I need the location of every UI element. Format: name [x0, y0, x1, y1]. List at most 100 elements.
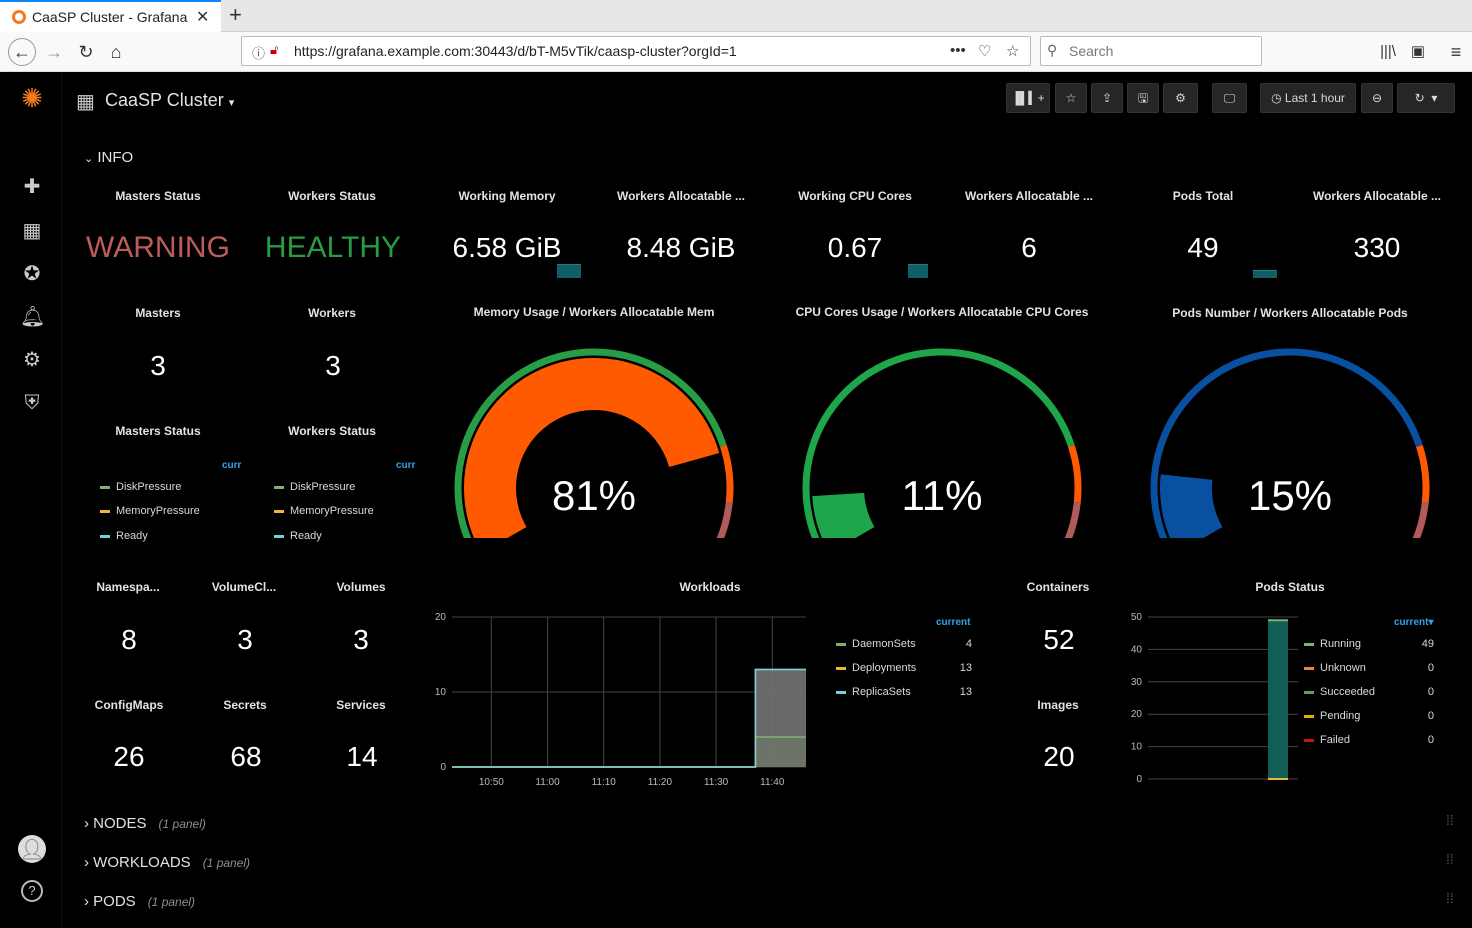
alerting-bell-icon[interactable]: 🔔︎ — [20, 305, 45, 329]
configuration-gear-icon[interactable]: ⚙ — [20, 348, 44, 372]
legend-item[interactable]: ReplicaSets 13 — [836, 686, 976, 698]
share-button[interactable]: ⇪ — [1091, 83, 1123, 113]
dashboard-title[interactable]: CaaSP Cluster ▾ — [105, 90, 234, 111]
panel-title-workers-conditions[interactable]: Workers Status — [246, 424, 418, 438]
panel-title-services[interactable]: Services — [302, 698, 420, 712]
panel-title-workers[interactable]: Workers — [246, 306, 418, 320]
legend-item-diskpressure[interactable]: DiskPressure — [100, 481, 181, 493]
bookmark-star-icon[interactable]: ☆ — [1006, 42, 1019, 60]
panel-title-configmaps[interactable]: ConfigMaps — [70, 698, 188, 712]
home-icon[interactable]: ⌂ — [102, 38, 130, 66]
save-button[interactable]: 🖫︎ — [1127, 83, 1159, 113]
panel-title-masters-status[interactable]: Masters Status — [70, 189, 246, 203]
volumes-value: 3 — [353, 624, 369, 655]
legend-item-diskpressure[interactable]: DiskPressure — [274, 481, 355, 493]
url-bar[interactable]: ⓘ 🔓︎ https://grafana.example.com:30443/d… — [241, 36, 1031, 66]
refresh-button[interactable]: ↻ ▾ — [1397, 83, 1455, 113]
url-text[interactable]: https://grafana.example.com:30443/d/bT-M… — [294, 43, 737, 59]
server-admin-shield-icon[interactable]: ⛨ — [20, 391, 44, 415]
legend-item[interactable]: Pending 0 — [1304, 710, 1438, 722]
drag-handle-icon[interactable]: ⁞⁞ — [1446, 851, 1454, 867]
legend-label: Unknown — [1320, 662, 1366, 674]
info-icon[interactable]: ⓘ — [252, 43, 265, 62]
panel-title-workers-allocatable-mem[interactable]: Workers Allocatable ... — [594, 189, 768, 203]
workloads-chart: 0 10 20 10:50 11:00 11:10 11:20 11:30 11:40 — [435, 612, 806, 788]
library-icon[interactable]: |||\ — [1374, 38, 1402, 66]
row-nodes[interactable]: › NODES (1 panel) — [84, 815, 206, 832]
create-icon[interactable]: ✚ — [20, 175, 44, 199]
workers-value: 3 — [325, 350, 341, 381]
legend-item-ready[interactable]: Ready — [274, 530, 322, 542]
explore-icon[interactable]: ✪ — [20, 262, 44, 286]
legend-header[interactable]: current▾ — [1394, 617, 1433, 628]
panel-title-pods-status[interactable]: Pods Status — [1116, 580, 1464, 594]
legend-label: Succeeded — [1320, 686, 1376, 698]
drag-handle-icon[interactable]: ⁞⁞ — [1446, 812, 1454, 828]
star-button[interactable]: ☆ — [1055, 83, 1087, 113]
panel-title-workloads[interactable]: Workloads — [420, 580, 1000, 594]
legend-item[interactable]: Failed 0 — [1304, 734, 1438, 746]
legend-item[interactable]: Running 49 — [1304, 638, 1438, 650]
panel-title-namespaces[interactable]: Namespa... — [70, 580, 186, 594]
legend-item[interactable]: Deployments 13 — [836, 662, 976, 674]
zoom-out-button[interactable]: ⊖ — [1361, 83, 1393, 113]
panel-title-containers[interactable]: Containers — [1000, 580, 1116, 594]
panel-title-workers-status[interactable]: Workers Status — [246, 189, 418, 203]
workers-allocatable-cpu-value: 6 — [1021, 232, 1037, 263]
legend-header[interactable]: current — [936, 617, 970, 628]
panel-title-volumes[interactable]: Volumes — [302, 580, 420, 594]
panel-title-pods-total[interactable]: Pods Total — [1116, 189, 1290, 203]
browser-tab[interactable]: CaaSP Cluster - Grafana ✕ — [0, 0, 221, 32]
add-panel-button[interactable]: ▐▌▍+ — [1006, 83, 1050, 113]
row-pods[interactable]: › PODS (1 panel) — [84, 893, 195, 910]
row-workloads[interactable]: › WORKLOADS (1 panel) — [84, 854, 250, 871]
time-picker-button[interactable]: ◷ Last 1 hour — [1260, 83, 1356, 113]
legend-item[interactable]: Succeeded 0 — [1304, 686, 1438, 698]
legend-header[interactable]: curr — [222, 460, 241, 471]
x-tick-label: 11:20 — [648, 777, 673, 788]
panel-title-secrets[interactable]: Secrets — [186, 698, 304, 712]
grafana-logo-icon[interactable]: ✺ — [20, 85, 44, 111]
sidebar-toggle-icon[interactable]: ▣ — [1404, 38, 1432, 66]
legend-item[interactable]: Unknown 0 — [1304, 662, 1438, 674]
panel-title-images[interactable]: Images — [1000, 698, 1116, 712]
settings-button[interactable]: ⚙ — [1163, 83, 1198, 113]
legend-current: 0 — [1427, 710, 1434, 722]
legend-item-memorypressure[interactable]: MemoryPressure — [274, 505, 374, 517]
panel-title-cpu-gauge[interactable]: CPU Cores Usage / Workers Allocatable CP… — [768, 305, 1116, 319]
panel-title-working-memory[interactable]: Working Memory — [420, 189, 594, 203]
legend-item-ready[interactable]: Ready — [100, 530, 148, 542]
insecure-lock-icon[interactable]: 🔓︎ — [270, 42, 278, 58]
page-actions-icon[interactable]: ••• — [950, 42, 966, 59]
y-tick-label: 50 — [1131, 612, 1143, 623]
legend-header[interactable]: curr — [396, 460, 415, 471]
close-tab-icon[interactable]: ✕ — [196, 7, 209, 27]
panel-title-workers-allocatable-pods[interactable]: Workers Allocatable ... — [1290, 189, 1464, 203]
dashboards-icon[interactable]: ▦ — [20, 219, 44, 243]
secrets-value: 68 — [230, 741, 262, 772]
back-icon[interactable]: ← — [8, 38, 36, 66]
panel-title-masters[interactable]: Masters — [70, 306, 246, 320]
browser-search-box[interactable]: ⚲ Search — [1040, 36, 1262, 66]
panel-title-working-cpu[interactable]: Working CPU Cores — [768, 189, 942, 203]
tv-mode-button[interactable]: 🖵︎ — [1212, 83, 1247, 113]
panel-title-volumeclaims[interactable]: VolumeCl... — [186, 580, 302, 594]
panel-title-memory-gauge[interactable]: Memory Usage / Workers Allocatable Mem — [420, 305, 768, 319]
working-memory-value: 6.58 GiB — [452, 232, 562, 263]
pocket-icon[interactable]: ♡ — [978, 42, 991, 60]
legend-item-memorypressure[interactable]: MemoryPressure — [100, 505, 200, 517]
help-icon[interactable]: ? — [21, 880, 43, 902]
new-tab-icon[interactable]: + — [229, 2, 242, 28]
panel-title-pods-gauge[interactable]: Pods Number / Workers Allocatable Pods — [1116, 306, 1464, 320]
legend-label: Deployments — [852, 662, 917, 674]
drag-handle-icon[interactable]: ⁞⁞ — [1446, 890, 1454, 906]
panel-title-workers-allocatable-cpu[interactable]: Workers Allocatable ... — [942, 189, 1116, 203]
reload-icon[interactable]: ↻ — [72, 38, 100, 66]
legend-item[interactable]: DaemonSets 4 — [836, 638, 976, 650]
forward-icon[interactable]: → — [40, 38, 68, 66]
user-avatar-icon[interactable]: 👤︎ — [18, 835, 46, 863]
panel-title-masters-conditions[interactable]: Masters Status — [70, 424, 246, 438]
row-info[interactable]: ⌄ INFO — [84, 149, 133, 166]
sparkline — [557, 264, 581, 278]
menu-icon[interactable]: ≡ — [1442, 38, 1470, 66]
